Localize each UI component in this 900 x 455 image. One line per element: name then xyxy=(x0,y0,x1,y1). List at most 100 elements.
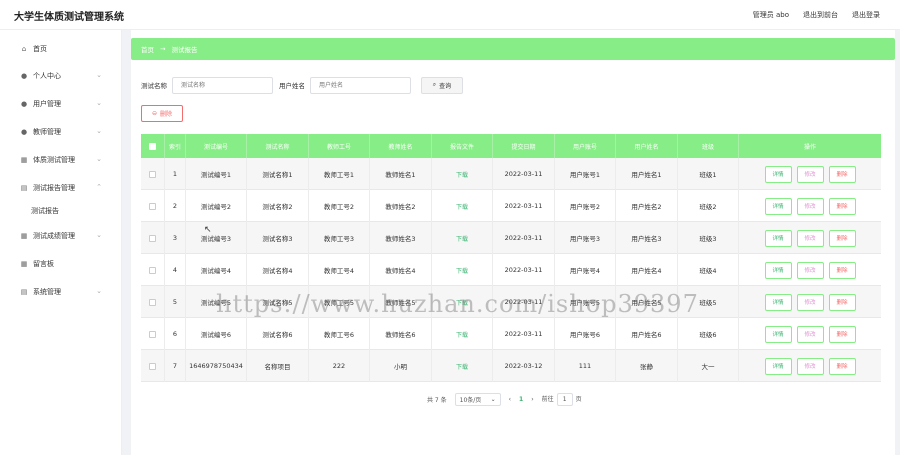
logout-link[interactable]: 退出登录 xyxy=(852,10,880,20)
current-page-number[interactable]: 1 xyxy=(519,396,523,403)
edit-button[interactable]: 修改 xyxy=(796,165,824,183)
table-row: 3 测试编号3 测试名称3 教师工号3 教师姓名3 下载 2022-03-11 用户账号3 用户… xyxy=(141,222,881,254)
delete-button[interactable]: 删除 xyxy=(828,165,856,183)
teacher-icon: ● xyxy=(20,128,28,136)
table-cell: 用户账号3 xyxy=(555,222,616,254)
table-cell: 用户账号6 xyxy=(555,318,616,350)
download-link[interactable]: 下载 xyxy=(432,222,493,254)
table-cell: 班级4 xyxy=(678,254,739,286)
column-header[interactable]: 测试编号 xyxy=(186,134,247,158)
table-cell: 测试名称1 xyxy=(247,158,309,190)
current-user-label: 管理员 abo xyxy=(752,11,789,19)
column-header: 索引 xyxy=(165,134,186,158)
detail-button[interactable]: 详情 xyxy=(764,229,792,247)
table-row: 1 测试编号1 测试名称1 教师工号1 教师姓名1 下载 2022-03-11 用户账号1 用户… xyxy=(141,158,881,190)
sidebar-item-fitness-test-management[interactable]: ▦ 体质测试管理 ⌄ xyxy=(20,153,106,167)
sidebar-item-test-score-management[interactable]: ▦ 测试成绩管理 ⌄ xyxy=(20,229,106,243)
sidebar-item-label: 教师管理 xyxy=(33,128,61,136)
column-header[interactable]: 教师姓名 xyxy=(370,134,432,158)
column-header[interactable]: 教师工号 xyxy=(309,134,370,158)
delete-button[interactable]: 删除 xyxy=(828,197,856,215)
detail-button[interactable]: 详情 xyxy=(764,293,792,311)
sidebar-item-system-management[interactable]: ▤ 系统管理 ⌄ xyxy=(20,285,106,299)
select-all-checkbox[interactable] xyxy=(149,142,156,150)
top-bar: 大学生体质测试管理系统 管理员 abo 退出到前台 退出登录 xyxy=(0,0,900,30)
detail-button[interactable]: 详情 xyxy=(764,357,792,375)
delete-icon: ⊖ xyxy=(151,110,157,117)
table-cell: 用户姓名4 xyxy=(616,254,678,286)
column-header[interactable]: 提交日期 xyxy=(493,134,555,158)
row-select-cell xyxy=(141,254,165,286)
table-cell: 6 xyxy=(165,318,186,350)
sidebar-item-home[interactable]: ⌂ 首页 xyxy=(20,42,106,56)
report-table: 索引 测试编号 测试名称 教师工号 教师姓名 报告文件 提交日期 用户账号 用户… xyxy=(141,134,881,382)
row-checkbox[interactable] xyxy=(149,362,156,370)
page-size-select[interactable]: 10条/页 ⌄ xyxy=(454,392,501,406)
row-checkbox[interactable] xyxy=(149,234,156,242)
home-icon: ⌂ xyxy=(21,45,27,53)
table-cell: 5 xyxy=(165,286,186,318)
delete-button[interactable]: 删除 xyxy=(828,357,856,375)
table-cell: 测试编号1 xyxy=(186,158,247,190)
download-link[interactable]: 下载 xyxy=(432,190,493,222)
detail-button[interactable]: 详情 xyxy=(764,165,792,183)
goto-page-input[interactable]: 1 xyxy=(556,392,573,406)
table-cell: 测试名称3 xyxy=(247,222,309,254)
delete-button[interactable]: 删除 xyxy=(828,293,856,311)
table-cell: 班级2 xyxy=(678,190,739,222)
search-button[interactable]: ⌕ 查询 xyxy=(421,76,463,94)
download-link[interactable]: 下载 xyxy=(432,158,493,190)
column-header[interactable]: 测试名称 xyxy=(247,134,309,158)
edit-button[interactable]: 修改 xyxy=(796,229,824,247)
row-checkbox[interactable] xyxy=(149,330,156,338)
column-header[interactable]: 报告文件 xyxy=(432,134,493,158)
row-checkbox[interactable] xyxy=(149,170,156,178)
delete-button[interactable]: 删除 xyxy=(828,325,856,343)
sidebar-item-teacher-management[interactable]: ● 教师管理 ⌄ xyxy=(20,125,106,139)
sidebar-item-label: 用户管理 xyxy=(33,100,61,108)
delete-button[interactable]: 删除 xyxy=(828,229,856,247)
column-header[interactable]: 班级 xyxy=(678,134,739,158)
table-cell: 张静 xyxy=(616,350,678,382)
edit-button[interactable]: 修改 xyxy=(796,357,824,375)
row-checkbox[interactable] xyxy=(149,298,156,306)
download-link[interactable]: 下载 xyxy=(432,254,493,286)
column-header[interactable]: 用户账号 xyxy=(555,134,616,158)
page-size-value: 10条/页 xyxy=(459,396,482,404)
column-header[interactable]: 用户姓名 xyxy=(616,134,678,158)
breadcrumb-home[interactable]: 首页 xyxy=(141,44,154,54)
row-checkbox[interactable] xyxy=(149,202,156,210)
sidebar-subitem-test-report[interactable]: 测试报告 xyxy=(31,206,59,216)
sidebar-item-personal-center[interactable]: ● 个人中心 ⌄ xyxy=(20,69,106,83)
detail-button[interactable]: 详情 xyxy=(764,197,792,215)
sidebar-item-message-board[interactable]: ▦ 留言板 xyxy=(20,257,106,271)
select-all-header[interactable] xyxy=(141,134,165,158)
user-name-input[interactable] xyxy=(310,76,411,94)
edit-button[interactable]: 修改 xyxy=(796,293,824,311)
row-checkbox[interactable] xyxy=(149,266,156,274)
goto-suffix: 页 xyxy=(575,395,582,403)
table-cell: 班级3 xyxy=(678,222,739,254)
breadcrumb-current: 测试报告 xyxy=(171,46,198,54)
edit-button[interactable]: 修改 xyxy=(796,325,824,343)
download-link[interactable]: 下载 xyxy=(432,318,493,350)
detail-button[interactable]: 详情 xyxy=(764,325,792,343)
download-link[interactable]: 下载 xyxy=(432,350,493,382)
sidebar-item-test-report-management[interactable]: ▤ 测试报告管理 ⌃ xyxy=(20,181,106,195)
next-page-button[interactable]: › xyxy=(531,396,533,403)
table-cell: 4 xyxy=(165,254,186,286)
delete-button[interactable]: 删除 xyxy=(828,261,856,279)
batch-delete-button[interactable]: ⊖ 删除 xyxy=(141,105,183,122)
edit-button[interactable]: 修改 xyxy=(796,197,824,215)
report-icon: ▤ xyxy=(20,184,28,192)
edit-button[interactable]: 修改 xyxy=(796,261,824,279)
exit-frontend-link[interactable]: 退出到前台 xyxy=(803,10,838,20)
table-cell: 教师姓名2 xyxy=(370,190,432,222)
detail-button[interactable]: 详情 xyxy=(764,261,792,279)
table-cell: 1 xyxy=(165,158,186,190)
prev-page-button[interactable]: ‹ xyxy=(509,396,511,403)
test-name-input[interactable] xyxy=(172,76,273,94)
system-icon: ▤ xyxy=(20,288,28,296)
table-cell: 2022-03-11 xyxy=(493,254,555,286)
sidebar-item-user-management[interactable]: ● 用户管理 ⌄ xyxy=(20,97,106,111)
